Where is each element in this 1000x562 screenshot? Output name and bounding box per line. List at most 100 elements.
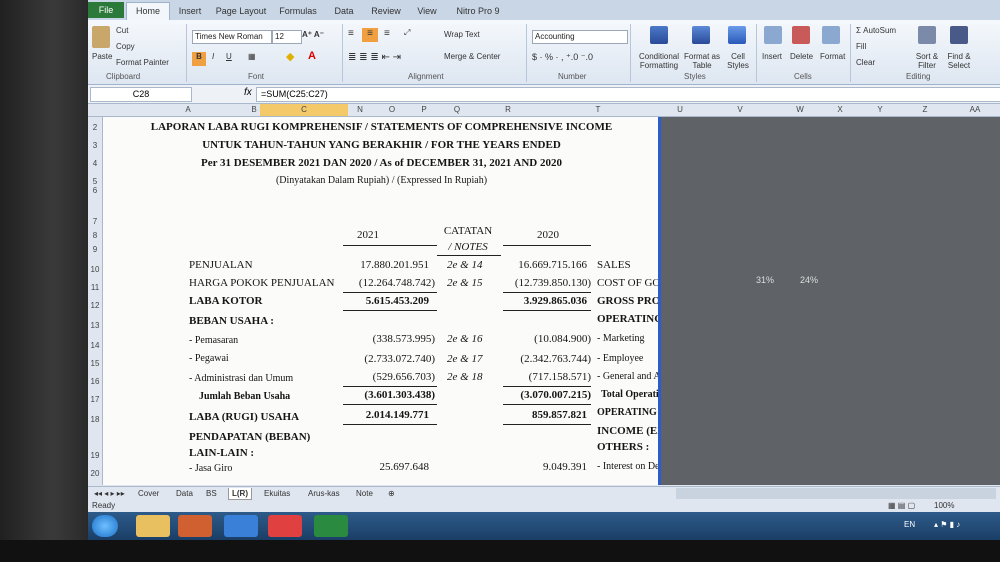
off-page-grid[interactable]: 31% 24% bbox=[660, 117, 1000, 485]
align-middle-icon[interactable]: ≡ bbox=[362, 28, 378, 42]
insert-button[interactable]: Insert bbox=[762, 52, 782, 61]
column-c[interactable]: C bbox=[260, 104, 348, 116]
paste-button[interactable]: Paste bbox=[92, 52, 112, 61]
font-name-select[interactable]: Times New Roman bbox=[192, 30, 272, 44]
font-size-select[interactable]: 12 bbox=[272, 30, 302, 44]
delete-button[interactable]: Delete bbox=[790, 52, 813, 61]
tab-data[interactable]: Data bbox=[326, 3, 362, 19]
row-number[interactable]: 11 bbox=[88, 283, 102, 292]
format-as-table-button[interactable]: Format as Table bbox=[684, 52, 720, 70]
sheet-tab-arus-kas[interactable]: Arus-kas bbox=[308, 488, 340, 499]
excel-taskbar-icon[interactable] bbox=[314, 515, 348, 537]
chrome-icon[interactable] bbox=[268, 515, 302, 537]
tray-icons[interactable]: ▴ ⚑ ▮ ♪ bbox=[934, 520, 960, 529]
format-painter-button[interactable]: Format Painter bbox=[116, 58, 169, 67]
row-number[interactable]: 13 bbox=[88, 321, 102, 330]
tab-view[interactable]: View bbox=[410, 3, 444, 19]
column-t[interactable]: T bbox=[538, 104, 658, 116]
column-b[interactable]: B bbox=[248, 104, 260, 116]
formula-input[interactable]: =SUM(C25:C27) bbox=[256, 87, 1000, 102]
view-buttons-icon[interactable]: ▦ ▤ ▢ bbox=[888, 500, 915, 512]
row-number[interactable]: 4 bbox=[88, 159, 102, 168]
cell-styles-icon[interactable] bbox=[728, 26, 746, 44]
column-w[interactable]: W bbox=[780, 104, 820, 116]
fx-icon[interactable]: fx bbox=[244, 87, 252, 98]
sheet-tab-data[interactable]: Data bbox=[176, 488, 193, 499]
row-number[interactable]: 14 bbox=[88, 341, 102, 350]
delete-cells-icon[interactable] bbox=[792, 26, 810, 44]
sort-filter-button[interactable]: Sort & Filter bbox=[914, 52, 940, 70]
bold-icon[interactable]: B bbox=[192, 52, 206, 66]
tab-home[interactable]: Home bbox=[126, 2, 170, 21]
underline-icon[interactable]: U bbox=[226, 52, 232, 61]
column-o[interactable]: O bbox=[372, 104, 412, 116]
horizontal-scrollbar[interactable] bbox=[676, 488, 996, 499]
conditional-formatting-icon[interactable] bbox=[650, 26, 668, 44]
column-y[interactable]: Y bbox=[860, 104, 900, 116]
tab-file[interactable]: File bbox=[88, 2, 124, 18]
new-sheet-icon[interactable]: ⊕ bbox=[388, 488, 395, 499]
orientation-icon[interactable]: ⤢ bbox=[404, 28, 410, 38]
column-p[interactable]: P bbox=[412, 104, 436, 116]
border-icon[interactable]: ▦ bbox=[248, 52, 256, 61]
row-number[interactable]: 10 bbox=[88, 265, 102, 274]
sheet-tab-lr[interactable]: L(R) bbox=[228, 488, 252, 500]
media-player-icon[interactable] bbox=[178, 515, 212, 537]
row-number[interactable]: 15 bbox=[88, 359, 102, 368]
row-number[interactable]: 16 bbox=[88, 377, 102, 386]
align-top-icon[interactable]: ≡ bbox=[348, 28, 354, 39]
explorer-icon[interactable] bbox=[136, 515, 170, 537]
row-number[interactable]: 18 bbox=[88, 415, 102, 424]
sheet-tab-cover[interactable]: Cover bbox=[138, 488, 159, 499]
format-table-icon[interactable] bbox=[692, 26, 710, 44]
column-a[interactable]: A bbox=[128, 104, 248, 116]
accounting-icon[interactable]: $ · % · , ⁺.0 ⁻.0 bbox=[532, 52, 593, 63]
paste-icon[interactable] bbox=[92, 26, 110, 48]
merge-center-button[interactable]: Merge & Center bbox=[444, 52, 500, 61]
sheet-tab-ekuitas[interactable]: Ekuitas bbox=[264, 488, 290, 499]
column-aa[interactable]: AA bbox=[950, 104, 1000, 116]
format-cells-icon[interactable] bbox=[822, 26, 840, 44]
clear-button[interactable]: Clear bbox=[856, 58, 875, 67]
row-number[interactable]: 20 bbox=[88, 469, 102, 478]
copy-button[interactable]: Copy bbox=[116, 42, 135, 51]
wrap-text-button[interactable]: Wrap Text bbox=[444, 30, 480, 39]
row-number[interactable]: 2 bbox=[88, 123, 102, 132]
sheet-tab-note[interactable]: Note bbox=[356, 488, 373, 499]
sheet-tab-bs[interactable]: BS bbox=[206, 488, 217, 499]
cell-styles-button[interactable]: Cell Styles bbox=[724, 52, 752, 70]
start-icon[interactable] bbox=[92, 515, 118, 537]
row-number[interactable]: 5 bbox=[88, 177, 102, 186]
column-v[interactable]: V bbox=[700, 104, 780, 116]
row-number[interactable]: 8 bbox=[88, 231, 102, 240]
italic-icon[interactable]: I bbox=[212, 52, 214, 61]
zoom-level[interactable]: 100% bbox=[934, 500, 954, 512]
row-number[interactable]: 17 bbox=[88, 395, 102, 404]
sheet-nav-icon[interactable]: ◂◂ ◂ ▸ ▸▸ bbox=[94, 488, 125, 499]
row-number[interactable]: 6 bbox=[88, 186, 102, 195]
column-z[interactable]: Z bbox=[900, 104, 950, 116]
column-n[interactable]: N bbox=[348, 104, 372, 116]
row-number[interactable]: 9 bbox=[88, 245, 102, 254]
row-number[interactable]: 12 bbox=[88, 301, 102, 310]
row-number[interactable]: 3 bbox=[88, 141, 102, 150]
tab-nitro[interactable]: Nitro Pro 9 bbox=[450, 3, 506, 19]
find-select-button[interactable]: Find & Select bbox=[944, 52, 974, 70]
tab-page-layout[interactable]: Page Layout bbox=[212, 3, 270, 19]
fill-color-icon[interactable]: ◆ bbox=[286, 50, 294, 63]
row-number[interactable]: 7 bbox=[88, 217, 102, 226]
column-u[interactable]: U bbox=[660, 104, 700, 116]
spreadsheet-grid[interactable]: LAPORAN LABA RUGI KOMPREHENSIF / STATEME… bbox=[103, 117, 660, 485]
tab-formulas[interactable]: Formulas bbox=[274, 3, 322, 19]
conditional-formatting-button[interactable]: Conditional Formatting bbox=[636, 52, 682, 70]
font-color-icon[interactable]: A bbox=[308, 50, 316, 62]
ie-icon[interactable] bbox=[224, 515, 258, 537]
column-q[interactable]: Q bbox=[436, 104, 478, 116]
align-left-icon[interactable]: ≣ ≣ ≣ ⇤ ⇥ bbox=[348, 52, 401, 63]
align-bottom-icon[interactable]: ≡ bbox=[384, 28, 390, 39]
autosum-button[interactable]: Σ AutoSum bbox=[856, 26, 896, 35]
insert-cells-icon[interactable] bbox=[764, 26, 782, 44]
column-r[interactable]: R bbox=[478, 104, 538, 116]
fill-button[interactable]: Fill bbox=[856, 42, 866, 51]
format-button[interactable]: Format bbox=[820, 52, 845, 61]
